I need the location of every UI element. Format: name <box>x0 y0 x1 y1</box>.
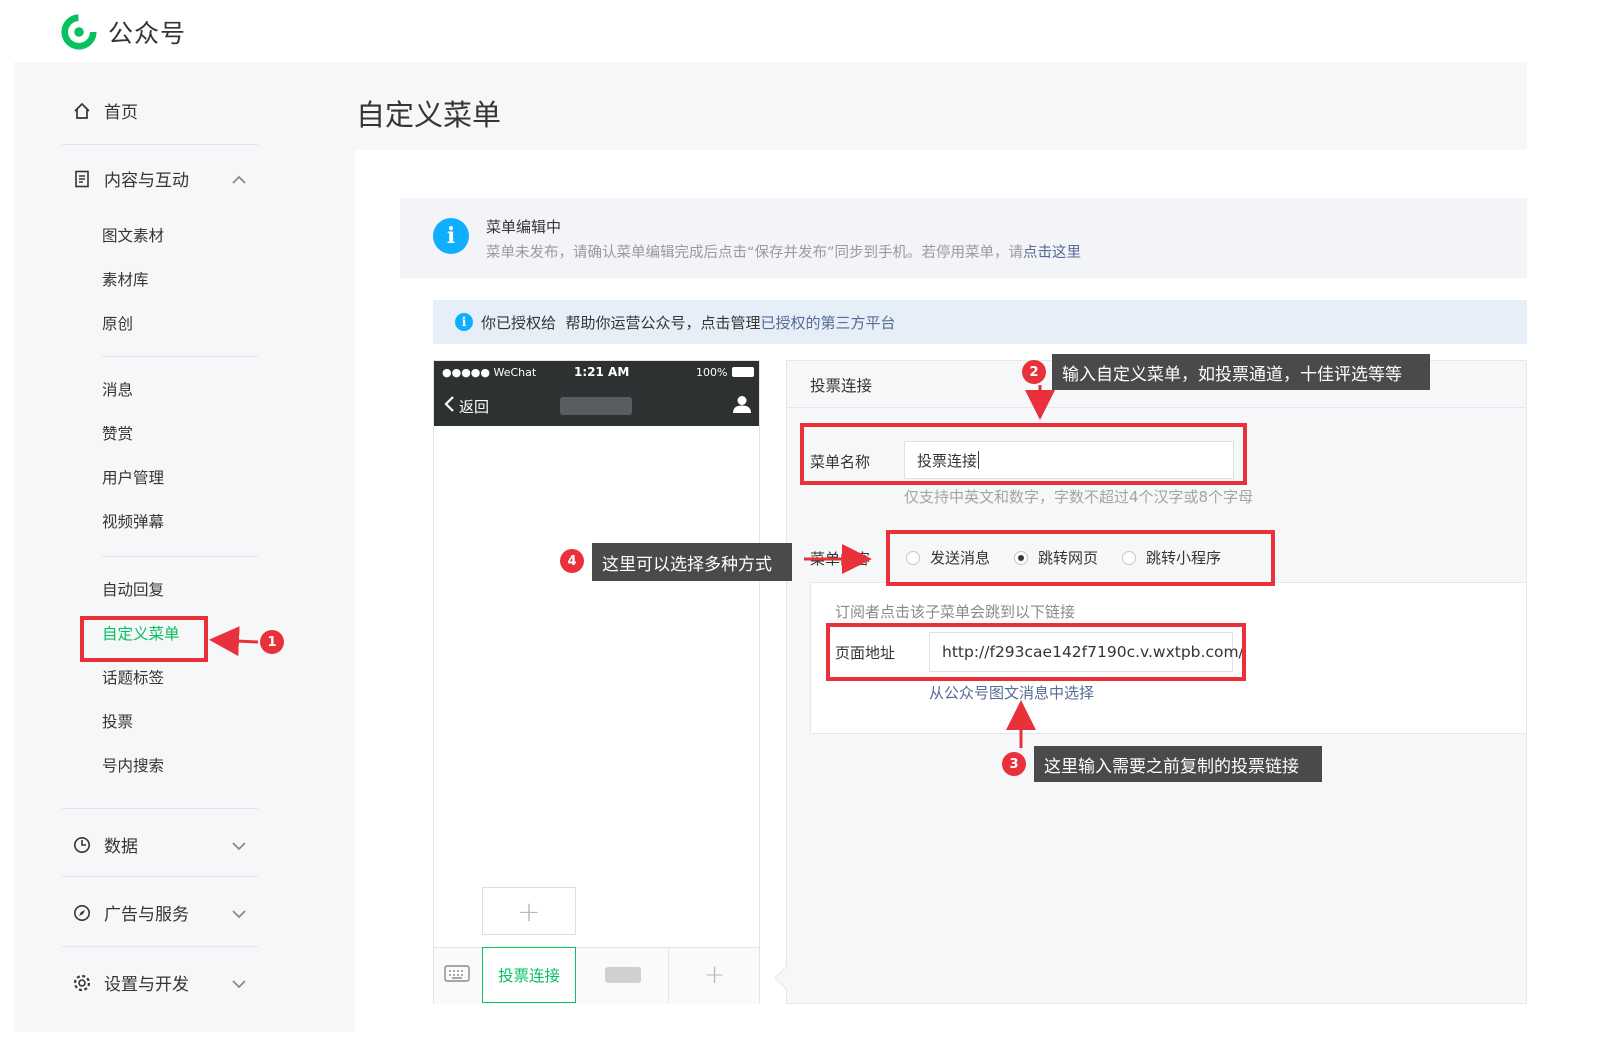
annotation-badge-2: 2 <box>1022 360 1046 384</box>
annotation-badge-3: 3 <box>1002 752 1026 776</box>
page-bottom <box>349 1032 1600 1060</box>
annotation-arrows <box>209 385 1055 748</box>
annotation-tip-3: 这里输入需要之前复制的投票链接 <box>1034 746 1322 782</box>
annotation-badge-1: 1 <box>260 630 284 654</box>
annotation-tip-2: 输入自定义菜单，如投票通道，十佳评选等等 <box>1052 354 1430 390</box>
annotation-tip-4: 这里可以选择多种方式 <box>592 543 792 581</box>
annotation-badge-4: 4 <box>560 549 584 573</box>
